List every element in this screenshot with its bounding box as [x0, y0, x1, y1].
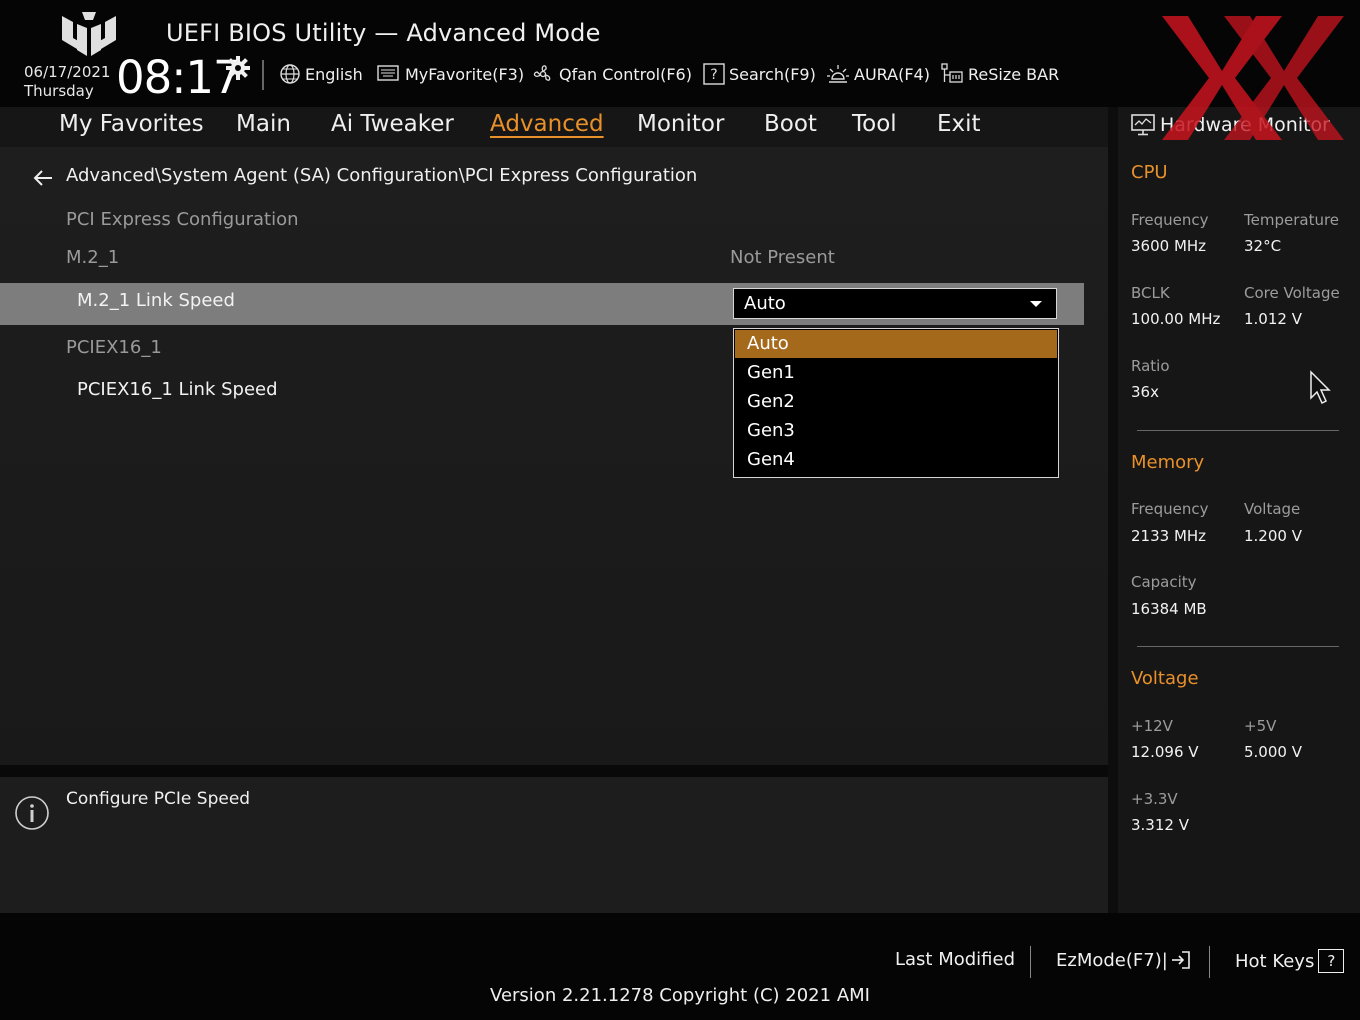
v12-value: 12.096 V — [1131, 743, 1199, 761]
gear-icon[interactable] — [226, 56, 250, 80]
section-title: PCI Express Configuration — [66, 209, 299, 230]
caret-down-icon — [1030, 301, 1042, 307]
v33-value: 3.312 V — [1131, 816, 1189, 834]
header-divider — [262, 60, 264, 90]
help-box-icon: ? — [703, 63, 725, 85]
cpu-section-title: CPU — [1131, 162, 1168, 183]
footer-divider — [1209, 946, 1210, 978]
m2-link-speed-select[interactable]: Auto — [733, 288, 1057, 319]
tab-advanced[interactable]: Advanced — [490, 111, 604, 137]
watermark-logo — [1162, 16, 1344, 140]
m2-header: M.2_1 — [66, 247, 120, 268]
select-value: Auto — [744, 293, 786, 314]
capacity-value: 16384 MB — [1131, 600, 1207, 618]
language-button[interactable]: English — [279, 61, 363, 87]
version-text: Version 2.21.1278 Copyright (C) 2021 AMI — [490, 985, 870, 1006]
myfavorite-label: MyFavorite(F3) — [405, 64, 525, 84]
option-gen1[interactable]: Gen1 — [735, 359, 1057, 387]
core-voltage-value: 1.012 V — [1244, 310, 1302, 328]
date-display: 06/17/2021 — [24, 63, 111, 81]
cpu-frequency-value: 3600 MHz — [1131, 237, 1207, 255]
app-title: UEFI BIOS Utility — Advanced Mode — [166, 19, 601, 47]
v12-label: +12V — [1131, 717, 1173, 735]
monitor-icon — [1131, 114, 1155, 136]
cpu-temperature-value: 32°C — [1244, 237, 1282, 255]
pciex16-link-speed-label[interactable]: PCIEX16_1 Link Speed — [77, 379, 278, 400]
tab-exit[interactable]: Exit — [937, 111, 981, 137]
tab-boot[interactable]: Boot — [764, 111, 817, 137]
m2-link-speed-label: M.2_1 Link Speed — [77, 290, 235, 311]
breadcrumb: Advanced\System Agent (SA) Configuration… — [66, 165, 698, 186]
tab-tool[interactable]: Tool — [852, 111, 897, 137]
help-divider — [0, 765, 1108, 777]
last-modified-button[interactable]: Last Modified — [895, 949, 1015, 970]
mouse-cursor-icon — [1310, 370, 1331, 405]
search-button[interactable]: ? Search(F9) — [703, 61, 816, 87]
m2-status-value: Not Present — [730, 247, 835, 268]
ezmode-button[interactable]: EzMode(F7)| — [1056, 949, 1192, 971]
resize-bar-icon — [941, 63, 963, 83]
aura-label: AURA(F4) — [854, 64, 930, 84]
voltage-section-title: Voltage — [1131, 668, 1199, 689]
myfavorite-button[interactable]: MyFavorite(F3) — [377, 61, 524, 87]
day-display: Thursday — [24, 82, 94, 100]
link-speed-options-list: Auto Gen1 Gen2 Gen3 Gen4 — [733, 328, 1059, 478]
tab-main[interactable]: Main — [236, 111, 291, 137]
ratio-label: Ratio — [1131, 357, 1170, 375]
option-gen3[interactable]: Gen3 — [735, 417, 1057, 445]
keyboard-icon — [377, 65, 399, 81]
option-gen4[interactable]: Gen4 — [735, 446, 1057, 474]
search-label: Search(F9) — [729, 64, 816, 84]
language-label: English — [305, 64, 363, 84]
tab-ai-tweaker[interactable]: Ai Tweaker — [331, 111, 454, 137]
option-gen2[interactable]: Gen2 — [735, 388, 1057, 416]
memory-voltage-label: Voltage — [1244, 500, 1301, 518]
info-icon — [15, 796, 49, 830]
aura-button[interactable]: AURA(F4) — [826, 61, 930, 87]
cpu-temperature-label: Temperature — [1244, 211, 1340, 229]
svg-text:?: ? — [710, 67, 717, 83]
qfan-control-button[interactable]: Qfan Control(F6) — [531, 61, 692, 87]
hw-divider — [1137, 646, 1339, 647]
bclk-label: BCLK — [1131, 284, 1170, 302]
clock-display[interactable]: 08:17 — [116, 54, 242, 102]
aura-light-icon — [827, 65, 849, 83]
v5-value: 5.000 V — [1244, 743, 1302, 761]
ezmode-label: EzMode(F7)| — [1056, 949, 1168, 971]
v33-label: +3.3V — [1131, 790, 1178, 808]
exit-to-ez-icon — [1171, 951, 1190, 969]
cpu-frequency-label: Frequency — [1131, 211, 1209, 229]
help-key-icon: ? — [1318, 949, 1345, 973]
ratio-value: 36x — [1131, 383, 1159, 401]
capacity-label: Capacity — [1131, 573, 1197, 591]
bclk-value: 100.00 MHz — [1131, 310, 1221, 328]
help-text: Configure PCIe Speed — [66, 789, 251, 809]
memory-voltage-value: 1.200 V — [1244, 527, 1302, 545]
tab-my-favorites[interactable]: My Favorites — [59, 111, 204, 137]
tuf-logo — [62, 12, 116, 56]
footer-divider — [1030, 946, 1031, 978]
v5-label: +5V — [1244, 717, 1277, 735]
memory-section-title: Memory — [1131, 452, 1205, 473]
core-voltage-label: Core Voltage — [1244, 284, 1340, 302]
resize-bar-button[interactable]: ReSize BAR — [940, 61, 1059, 87]
hot-keys-label: Hot Keys — [1235, 950, 1315, 972]
fan-icon — [533, 65, 551, 81]
tab-monitor[interactable]: Monitor — [637, 111, 724, 137]
qfan-control-label: Qfan Control(F6) — [559, 64, 692, 84]
memory-frequency-value: 2133 MHz — [1131, 527, 1207, 545]
hw-divider — [1137, 430, 1339, 431]
back-arrow-icon[interactable] — [32, 168, 54, 188]
pciex16-header: PCIEX16_1 — [66, 337, 162, 358]
resize-bar-label: ReSize BAR — [968, 64, 1060, 84]
globe-icon — [280, 64, 300, 84]
memory-frequency-label: Frequency — [1131, 500, 1209, 518]
hot-keys-button[interactable]: Hot Keys ? — [1235, 949, 1345, 973]
option-auto[interactable]: Auto — [735, 330, 1057, 358]
